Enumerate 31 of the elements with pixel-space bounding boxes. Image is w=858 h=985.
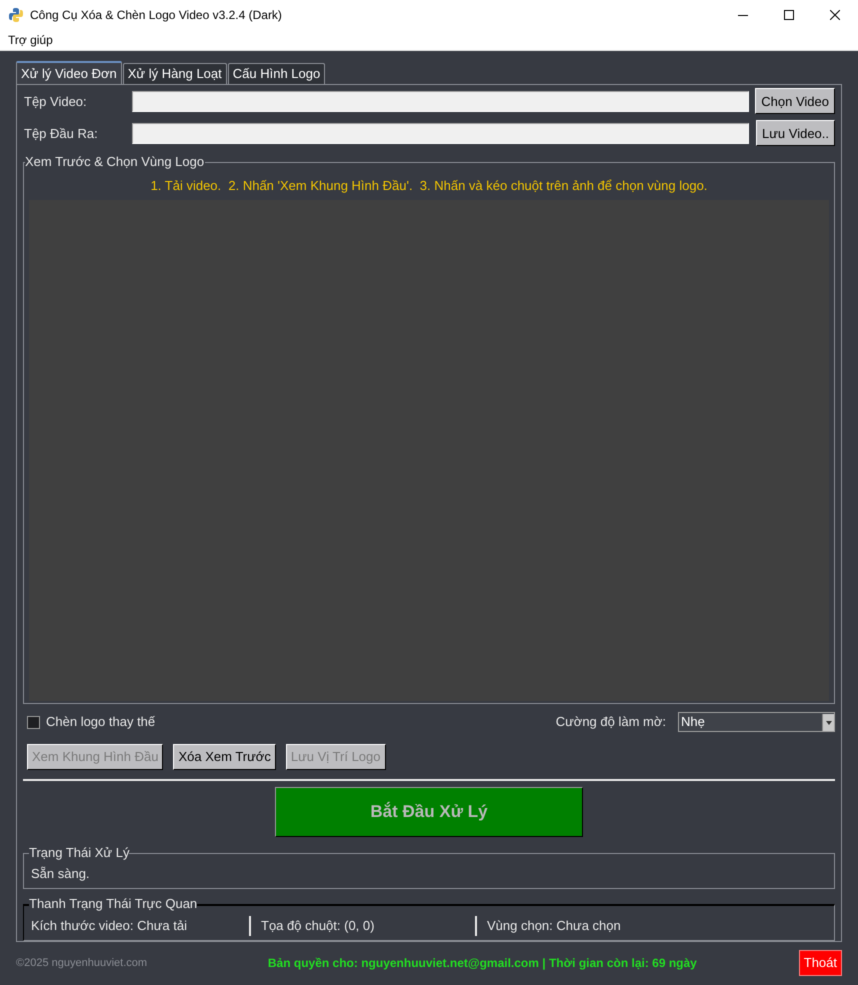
status-field: Kích thước video: Chưa tải (31, 916, 187, 936)
file-path-field[interactable] (132, 90, 749, 112)
menu-item[interactable]: Trợ giúp (0, 31, 61, 49)
field-label: Tệp Đầu Ra: (23, 124, 99, 143)
exit-button[interactable]: Thoát (798, 950, 842, 976)
group-title: Trạng Thái Xử Lý (29, 845, 130, 862)
status-field: Tọa độ chuột: (0, 0) (261, 916, 374, 936)
tab[interactable]: Cấu Hình Logo (228, 63, 326, 84)
tab[interactable]: Xử lý Video Đơn (16, 61, 122, 84)
file-path-field[interactable] (132, 122, 749, 144)
browse-button[interactable]: Lưu Video.. (756, 120, 835, 146)
maximize-icon (784, 10, 794, 20)
checkbox[interactable] (27, 716, 40, 729)
field-label: Tệp Video: (23, 92, 88, 111)
checkbox-label: Chèn logo thay thế (46, 713, 156, 732)
tab[interactable]: Xử lý Hàng Loạt (122, 63, 227, 84)
field-label: Cường độ làm mờ: (556, 713, 666, 732)
minimize-icon (738, 14, 748, 16)
status-text: Sẵn sàng. (31, 864, 90, 883)
group-title: Thanh Trạng Thái Trực Quan (29, 896, 198, 912)
license-text: Bản quyền cho: nguyenhuuviet.net@gmail.com | Thời gian còn lại: 69 ngày (266, 955, 698, 972)
instruction-text: 1. Tải video. 2. Nhấn 'Xem Khung Hình Đầu'. 3. Nhấn và kéo chuột trên ảnh để chọn vùng logo. (150, 176, 708, 195)
action-button[interactable]: Xóa Xem Trước (173, 744, 276, 770)
app-icon (8, 7, 24, 23)
close-icon (830, 10, 840, 20)
copyright-text: ©2025 nguyenhuuviet.com (16, 956, 148, 971)
group-title: Xem Trước & Chọn Vùng Logo (25, 154, 206, 170)
window-title: Công Cụ Xóa & Chèn Logo Video v3.2.4 (Dark) (30, 7, 282, 24)
blur-dropdown[interactable]: Nhẹ (678, 712, 835, 732)
status-field: Vùng chọn: Chưa chọn (487, 916, 621, 936)
browse-button[interactable]: Chọn Video (755, 88, 835, 114)
